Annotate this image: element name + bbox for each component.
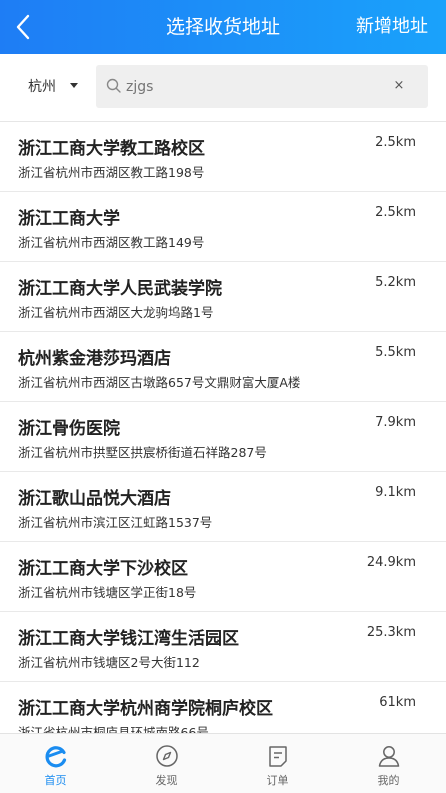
address-item[interactable]: 杭州紫金港莎玛酒店 浙江省杭州市西湖区古墩路657号文鼎财富大厦A楼 5.5km (0, 332, 446, 402)
address-name: 浙江骨伤医院 (18, 419, 120, 439)
tab-orders-label: 订单 (266, 774, 289, 787)
tab-discover[interactable]: 发现 (111, 734, 222, 793)
search-bar: 杭州 × (0, 54, 446, 122)
address-detail: 浙江省杭州市西湖区大龙驹坞路1号 (18, 305, 214, 320)
address-distance: 7.9km (375, 415, 416, 430)
city-label: 杭州 (28, 79, 56, 95)
address-distance: 9.1km (375, 485, 416, 500)
city-select[interactable]: 杭州 (28, 74, 78, 100)
address-name: 浙江工商大学钱江湾生活园区 (18, 629, 239, 649)
add-address-button[interactable]: 新增地址 (356, 0, 428, 54)
address-list: 浙江工商大学教工路校区 浙江省杭州市西湖区教工路198号 2.5km 浙江工商大… (0, 122, 446, 752)
address-item[interactable]: 浙江工商大学教工路校区 浙江省杭州市西湖区教工路198号 2.5km (0, 122, 446, 192)
address-name: 浙江工商大学下沙校区 (18, 559, 188, 579)
address-item[interactable]: 浙江工商大学下沙校区 浙江省杭州市钱塘区学正街18号 24.9km (0, 542, 446, 612)
address-name: 浙江工商大学杭州商学院桐庐校区 (18, 699, 273, 719)
caret-down-icon (70, 82, 78, 88)
address-distance: 25.3km (366, 625, 416, 640)
user-icon (378, 746, 399, 767)
tab-discover-label: 发现 (155, 774, 178, 787)
address-name: 杭州紫金港莎玛酒店 (18, 349, 171, 369)
clear-search-button[interactable]: × (390, 77, 408, 95)
address-detail: 浙江省杭州市滨江区江虹路1537号 (18, 515, 213, 530)
tab-mine[interactable]: 我的 (333, 734, 444, 793)
address-name: 浙江歌山品悦大酒店 (18, 489, 171, 509)
tab-orders[interactable]: 订单 (222, 734, 333, 793)
search-input[interactable] (126, 65, 386, 108)
address-detail: 浙江省杭州市拱墅区拱宸桥街道石祥路287号 (18, 445, 267, 460)
address-detail: 浙江省杭州市钱塘区学正街18号 (18, 585, 197, 600)
address-distance: 2.5km (375, 205, 416, 220)
address-name: 浙江工商大学 (18, 209, 120, 229)
address-distance: 24.9km (366, 555, 416, 570)
address-distance: 61km (379, 695, 416, 710)
address-detail: 浙江省杭州市西湖区古墩路657号文鼎财富大厦A楼 (18, 375, 301, 390)
address-name: 浙江工商大学人民武装学院 (18, 279, 222, 299)
address-item[interactable]: 浙江工商大学 浙江省杭州市西湖区教工路149号 2.5km (0, 192, 446, 262)
address-distance: 5.2km (375, 275, 416, 290)
home-icon (45, 746, 66, 768)
tab-mine-label: 我的 (377, 774, 400, 787)
order-icon (268, 746, 287, 767)
search-box: × (96, 65, 428, 108)
search-icon (106, 78, 121, 93)
compass-icon (155, 745, 178, 767)
address-distance: 5.5km (375, 345, 416, 360)
address-name: 浙江工商大学教工路校区 (18, 139, 205, 159)
address-detail: 浙江省杭州市钱塘区2号大街112 (18, 655, 200, 670)
tab-home-label: 首页 (44, 774, 67, 787)
address-detail: 浙江省杭州市西湖区教工路198号 (18, 165, 205, 180)
address-item[interactable]: 浙江工商大学人民武装学院 浙江省杭州市西湖区大龙驹坞路1号 5.2km (0, 262, 446, 332)
address-item[interactable]: 浙江骨伤医院 浙江省杭州市拱墅区拱宸桥街道石祥路287号 7.9km (0, 402, 446, 472)
tab-home[interactable]: 首页 (0, 734, 111, 793)
address-item[interactable]: 浙江歌山品悦大酒店 浙江省杭州市滨江区江虹路1537号 9.1km (0, 472, 446, 542)
address-distance: 2.5km (375, 135, 416, 150)
address-item[interactable]: 浙江工商大学钱江湾生活园区 浙江省杭州市钱塘区2号大街112 25.3km (0, 612, 446, 682)
address-detail: 浙江省杭州市西湖区教工路149号 (18, 235, 205, 250)
bottom-tab-bar: 首页 发现 订单 我的 (0, 733, 446, 793)
header-bar: 选择收货地址 新增地址 (0, 0, 446, 54)
